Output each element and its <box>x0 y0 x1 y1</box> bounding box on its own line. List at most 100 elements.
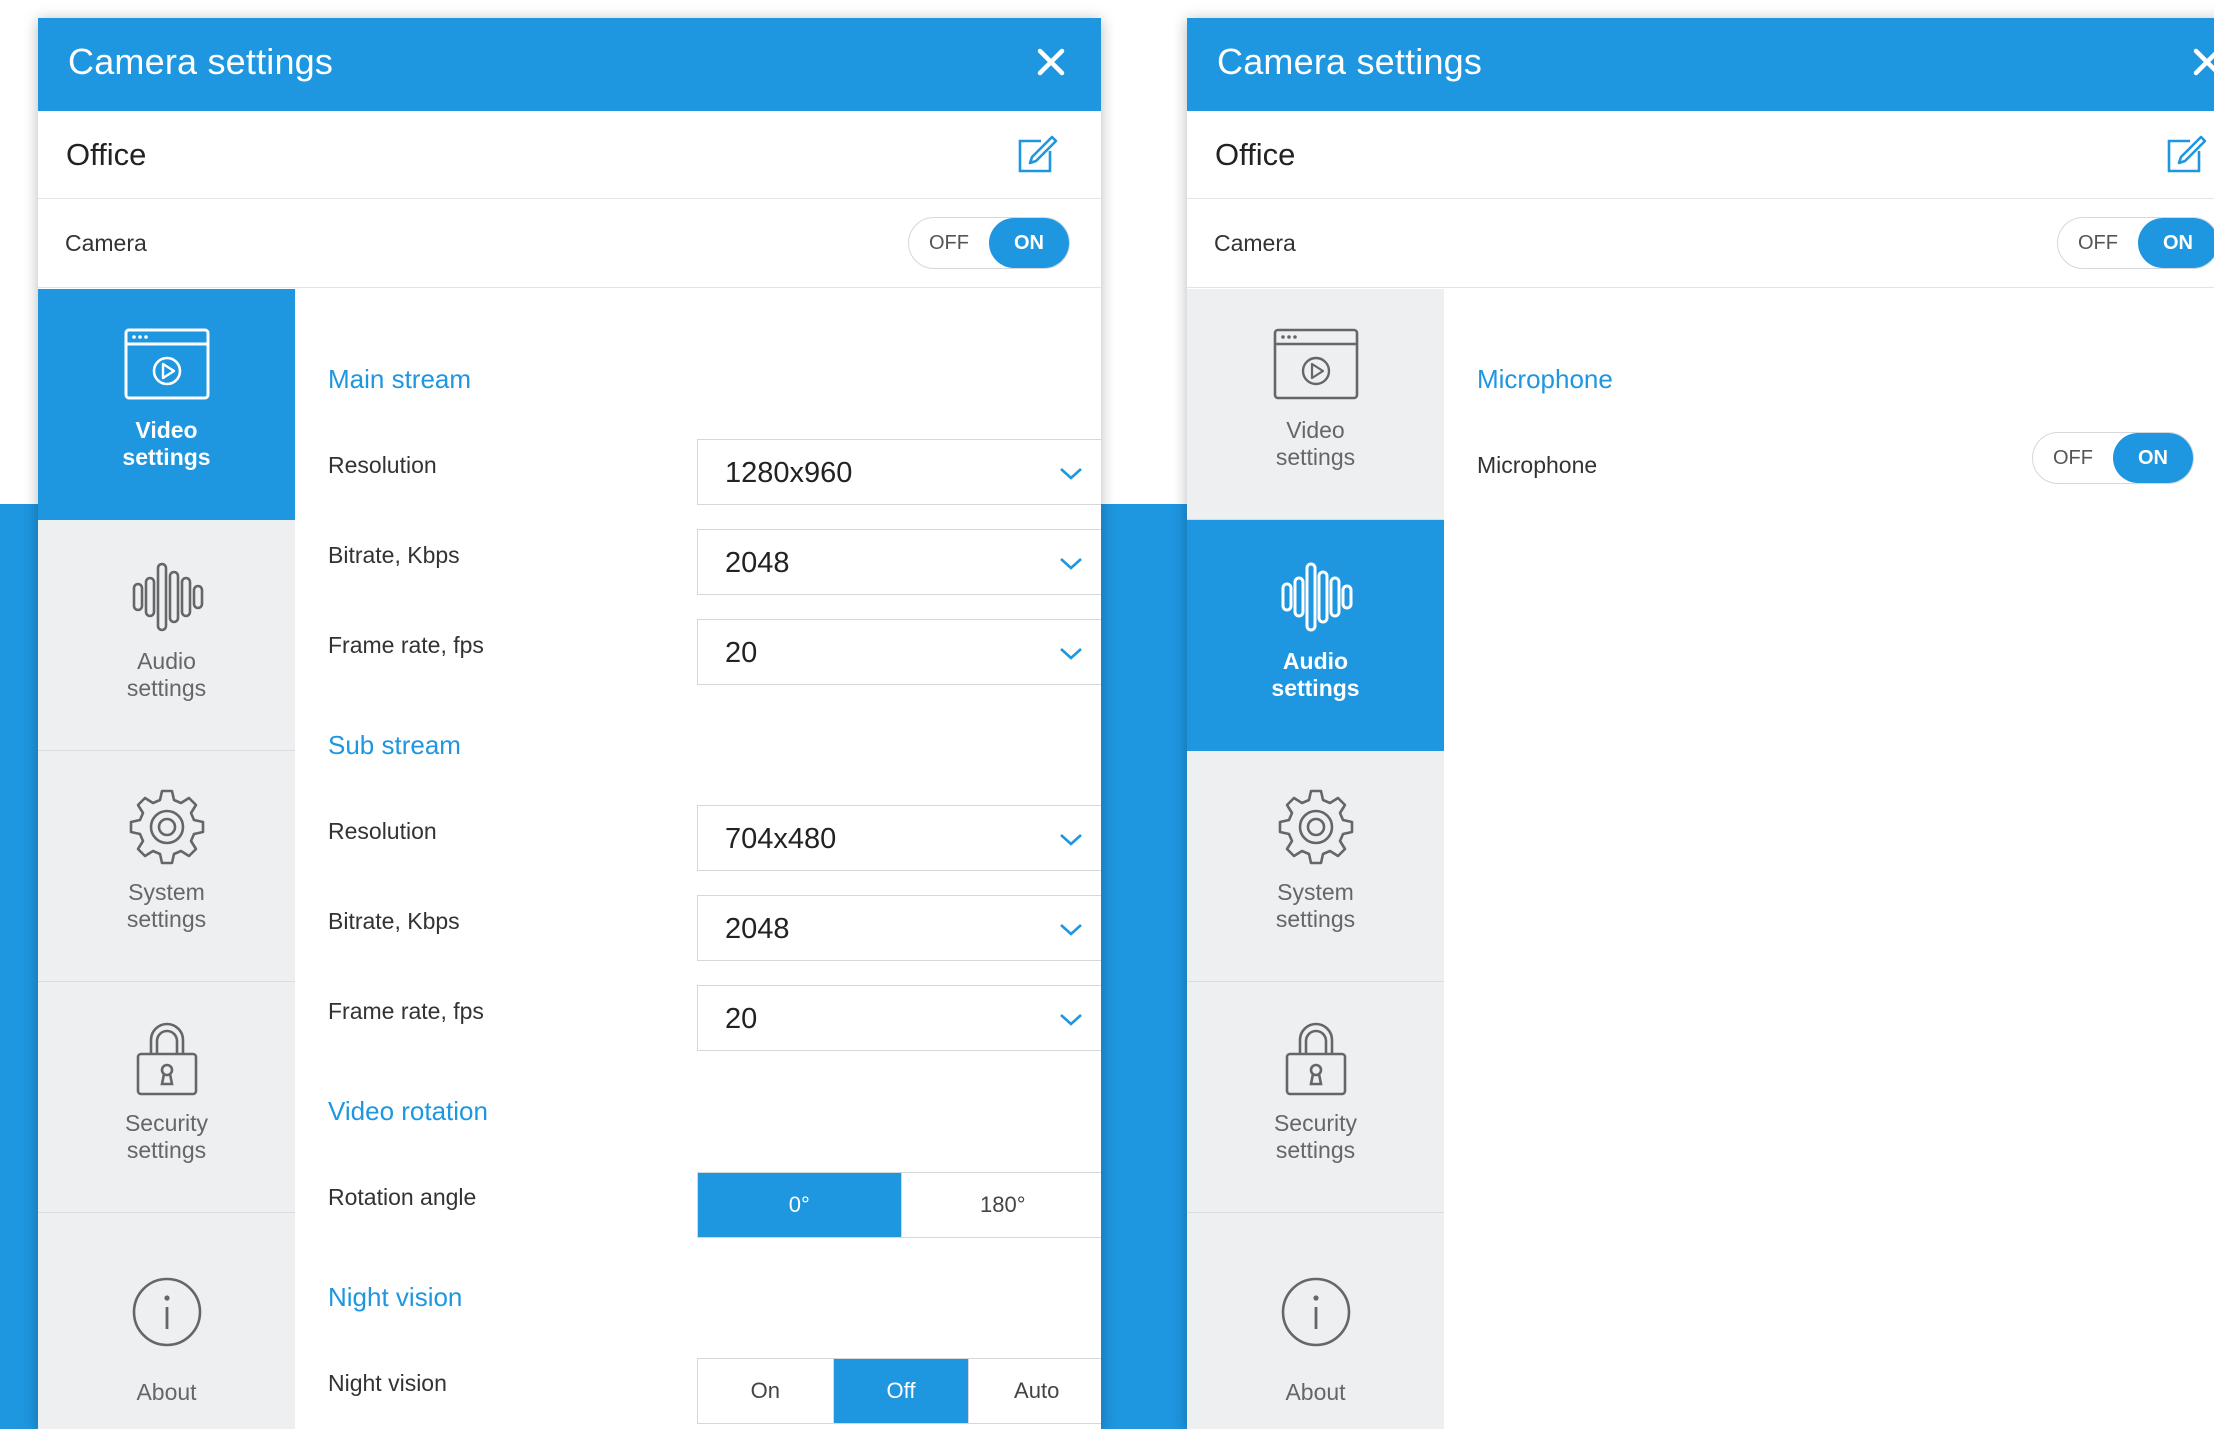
device-name: Office <box>1215 137 1296 172</box>
main-framerate-select[interactable]: 20 <box>697 619 1101 685</box>
sidebar-item-label: About <box>136 1379 197 1405</box>
chevron-down-icon <box>1060 558 1082 570</box>
video-settings-icon <box>124 328 210 400</box>
dialog-titlebar: Camera settings <box>38 18 1101 111</box>
sidebar-item-label: System settings <box>126 879 207 932</box>
night-vision-auto-button[interactable]: Auto <box>969 1359 1101 1423</box>
settings-sidebar: Video settings Audio settings System set… <box>38 289 295 1429</box>
sidebar-item-label: Audio settings <box>126 648 207 701</box>
camera-power-toggle[interactable]: OFF ON <box>908 217 1070 269</box>
microphone-label: Microphone <box>1477 452 1598 478</box>
select-value: 2048 <box>725 913 790 945</box>
toggle-on-label[interactable]: ON <box>989 218 1069 268</box>
camera-power-toggle[interactable]: OFF ON <box>2057 217 2214 269</box>
select-value: 20 <box>725 637 758 669</box>
sidebar-item-security-settings[interactable]: Security settings <box>1187 982 1444 1213</box>
info-icon <box>132 1277 202 1347</box>
sub-resolution-label: Resolution <box>328 818 437 844</box>
sidebar-item-security-settings[interactable]: Security settings <box>38 982 295 1213</box>
video-rotation-heading: Video rotation <box>328 1096 488 1126</box>
chevron-down-icon <box>1060 468 1082 480</box>
night-vision-heading: Night vision <box>328 1282 463 1312</box>
camera-power-row: Camera OFF ON <box>38 199 1101 288</box>
sidebar-item-label: System settings <box>1275 879 1356 932</box>
lock-icon <box>1285 1022 1347 1096</box>
device-name-row: Office <box>38 111 1101 199</box>
toggle-on-label[interactable]: ON <box>2138 218 2214 268</box>
settings-sidebar: Video settings Audio settings System set… <box>1187 289 1444 1429</box>
night-vision-off-button[interactable]: Off <box>833 1359 970 1423</box>
select-value: 704x480 <box>725 823 837 855</box>
sub-bitrate-select[interactable]: 2048 <box>697 895 1101 961</box>
rotation-angle-label: Rotation angle <box>328 1184 477 1210</box>
device-name: Office <box>66 137 147 172</box>
sidebar-item-video-settings[interactable]: Video settings <box>38 289 295 520</box>
video-settings-icon <box>1273 328 1359 400</box>
main-resolution-select[interactable]: 1280x960 <box>697 439 1101 505</box>
chevron-down-icon <box>1060 834 1082 846</box>
night-vision-label: Night vision <box>328 1370 447 1396</box>
info-icon <box>1281 1277 1351 1347</box>
dialog-titlebar: Camera settings <box>1187 18 2214 111</box>
camera-power-row: Camera OFF ON <box>1187 199 2214 288</box>
sub-framerate-label: Frame rate, fps <box>328 998 484 1024</box>
sidebar-item-label: Audio settings <box>1271 648 1360 701</box>
sidebar-item-video-settings[interactable]: Video settings <box>1187 289 1444 520</box>
night-vision-on-button[interactable]: On <box>698 1359 834 1423</box>
microphone-toggle[interactable]: OFF ON <box>2032 432 2194 484</box>
sidebar-item-label: Security settings <box>1273 1110 1358 1163</box>
gear-icon <box>1278 789 1354 865</box>
sidebar-item-audio-settings[interactable]: Audio settings <box>1187 520 1444 751</box>
sidebar-item-system-settings[interactable]: System settings <box>1187 751 1444 982</box>
audio-waveform-icon <box>1281 562 1353 632</box>
sidebar-item-about[interactable]: About <box>38 1213 295 1429</box>
sub-stream-heading: Sub stream <box>328 730 461 760</box>
toggle-on-label[interactable]: ON <box>2113 433 2193 483</box>
sub-bitrate-label: Bitrate, Kbps <box>328 908 460 934</box>
sub-resolution-select[interactable]: 704x480 <box>697 805 1101 871</box>
audio-settings-content: Microphone Microphone OFF ON <box>1444 289 2214 1429</box>
sidebar-item-label: Security settings <box>124 1110 209 1163</box>
sub-framerate-select[interactable]: 20 <box>697 985 1101 1051</box>
sidebar-item-system-settings[interactable]: System settings <box>38 751 295 982</box>
camera-label: Camera <box>65 230 147 256</box>
sidebar-item-label: Video settings <box>122 417 211 470</box>
edit-icon[interactable] <box>2163 133 2207 177</box>
camera-settings-dialog-video: Camera settings Office Camera OFF ON Vid… <box>38 18 1101 1429</box>
camera-label: Camera <box>1214 230 1296 256</box>
toggle-off-label[interactable]: OFF <box>2058 218 2138 268</box>
device-name-row: Office <box>1187 111 2214 199</box>
toggle-off-label[interactable]: OFF <box>2033 433 2113 483</box>
dialog-title: Camera settings <box>68 41 334 82</box>
select-value: 2048 <box>725 547 790 579</box>
main-bitrate-select[interactable]: 2048 <box>697 529 1101 595</box>
chevron-down-icon <box>1060 924 1082 936</box>
toggle-off-label[interactable]: OFF <box>909 218 989 268</box>
chevron-down-icon <box>1060 648 1082 660</box>
night-vision-segmented: On Off Auto <box>697 1358 1101 1424</box>
rotation-0-button[interactable]: 0° <box>698 1173 902 1237</box>
lock-icon <box>136 1022 198 1096</box>
camera-settings-dialog-audio: Camera settings Office Camera OFF ON Vid… <box>1187 18 2214 1429</box>
video-settings-content: Main stream Resolution 1280x960 Bitrate,… <box>295 289 1101 1429</box>
main-resolution-label: Resolution <box>328 452 437 478</box>
select-value: 20 <box>725 1003 758 1035</box>
rotation-angle-segmented: 0° 180° <box>697 1172 1101 1238</box>
dialog-title: Camera settings <box>1217 41 1483 82</box>
rotation-180-button[interactable]: 180° <box>902 1173 1102 1237</box>
select-value: 1280x960 <box>725 457 853 489</box>
edit-icon[interactable] <box>1014 133 1058 177</box>
main-framerate-label: Frame rate, fps <box>328 632 484 658</box>
sidebar-item-about[interactable]: About <box>1187 1213 1444 1429</box>
chevron-down-icon <box>1060 1014 1082 1026</box>
main-stream-heading: Main stream <box>328 364 472 394</box>
close-icon[interactable] <box>2187 42 2214 82</box>
main-bitrate-label: Bitrate, Kbps <box>328 542 460 568</box>
sidebar-item-label: Video settings <box>1275 417 1356 470</box>
audio-waveform-icon <box>132 562 204 632</box>
gear-icon <box>129 789 205 865</box>
sidebar-item-label: About <box>1285 1379 1346 1405</box>
microphone-heading: Microphone <box>1477 364 1613 394</box>
sidebar-item-audio-settings[interactable]: Audio settings <box>38 520 295 751</box>
close-icon[interactable] <box>1031 42 1071 82</box>
